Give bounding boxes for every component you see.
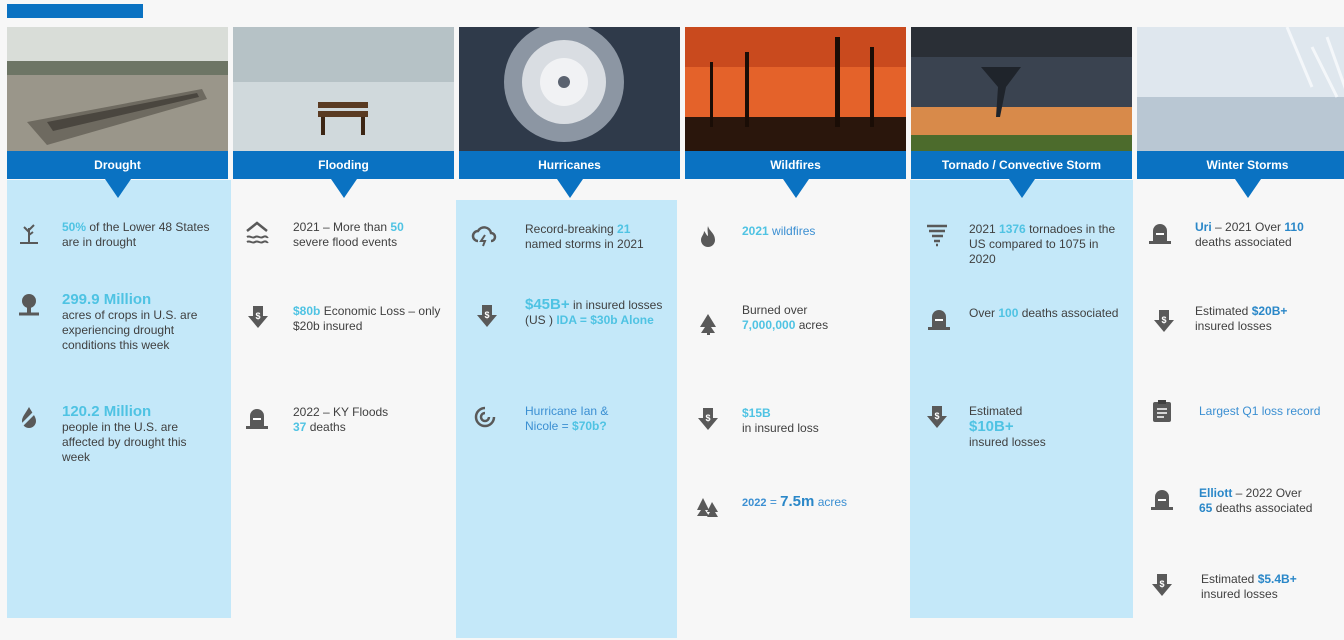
header-pointer [783, 179, 809, 198]
column-header: Wildfires [685, 151, 906, 179]
column-header: Flooding [233, 151, 454, 179]
tornado-icon [924, 222, 950, 248]
item-text: Largest Q1 loss record [1199, 404, 1321, 418]
burning-tree-icon [695, 311, 721, 337]
money-down-icon [924, 404, 950, 430]
storm-cloud-icon [471, 222, 497, 248]
column-header: Winter Storms [1137, 151, 1344, 179]
column-header: Drought [7, 151, 228, 179]
item-text: Elliott – 2022 Over 65 deaths associated [1199, 486, 1313, 515]
forest-fire-icon [695, 494, 721, 520]
tombstone-icon [244, 405, 270, 431]
item-text: Over 100 deaths associated [969, 306, 1119, 320]
tombstone-icon [1149, 486, 1175, 512]
no-water-icon [16, 404, 42, 430]
panel: 2021 wildfires Burned over 7,000,000 acr… [685, 180, 906, 618]
flooding-photo [233, 27, 454, 151]
item-text: Estimated $5.4B+ insured losses [1201, 572, 1297, 601]
item-text: Uri – 2021 Over 110 deaths associated [1195, 220, 1304, 249]
hurricanes-photo [459, 27, 680, 151]
hurricane-icon [472, 404, 498, 430]
header-pointer [105, 179, 131, 198]
item-text: Record-breaking 21 named storms in 2021 [525, 222, 644, 251]
money-down-icon [695, 406, 721, 432]
tombstone-icon [1147, 220, 1173, 246]
item-text: $80b Economic Loss – only $20b insured [293, 304, 441, 333]
winter-storms-photo [1137, 27, 1344, 151]
item-text: 299.9 Million acres of crops in U.S. are … [62, 291, 198, 352]
header-pointer [1235, 179, 1261, 198]
crops-icon [16, 292, 42, 318]
panel: 2021 – More than 50 severe flood events … [233, 180, 454, 618]
panel: Uri – 2021 Over 110 deaths associated Es… [1137, 180, 1344, 618]
accent-bar [7, 4, 143, 18]
item-text: $45B+ in insured losses (US ) IDA = $30b… [525, 296, 663, 327]
money-down-icon [245, 304, 271, 330]
panel: Record-breaking 21 named storms in 2021 … [456, 200, 677, 638]
item-text: Estimated $20B+ insured losses [1195, 304, 1288, 333]
tornado-photo [911, 27, 1132, 151]
item-text: 2022 – KY Floods 37 deaths [293, 405, 389, 434]
fire-icon [695, 224, 721, 250]
header-pointer [557, 179, 583, 198]
item-text: 2021 1376 tornadoes in the US compared t… [969, 222, 1116, 266]
panel: 2021 1376 tornadoes in the US compared t… [910, 180, 1133, 618]
drought-photo [7, 27, 228, 151]
money-down-icon [1151, 308, 1177, 334]
tombstone-icon [926, 306, 952, 332]
header-pointer [331, 179, 357, 198]
money-down-icon [474, 303, 500, 329]
header-pointer [1009, 179, 1035, 198]
wildfires-photo [685, 27, 906, 151]
item-text: 2021 – More than 50 severe flood events [293, 220, 404, 249]
dead-tree-icon [16, 220, 42, 246]
column-header: Tornado / Convective Storm [911, 151, 1132, 179]
flooded-house-icon [244, 220, 270, 246]
item-text: $15B in insured loss [742, 406, 819, 435]
item-text: Hurricane Ian & Nicole = $70b? [525, 404, 609, 433]
item-text: 50% of the Lower 48 States are in drough… [62, 220, 210, 249]
column-header: Hurricanes [459, 151, 680, 179]
item-text: Burned over 7,000,000 acres [742, 303, 829, 332]
item-text: 2021 wildfires [742, 224, 816, 238]
panel: 50% of the Lower 48 States are in drough… [7, 180, 231, 618]
item-text: 2022 = 7.5m acres [742, 493, 848, 510]
money-down-icon [1149, 572, 1175, 598]
item-text: 120.2 Million people in the U.S. are affe… [62, 403, 187, 464]
clipboard-icon [1149, 398, 1175, 424]
item-text: Estimated $10B+ insured losses [969, 404, 1046, 449]
